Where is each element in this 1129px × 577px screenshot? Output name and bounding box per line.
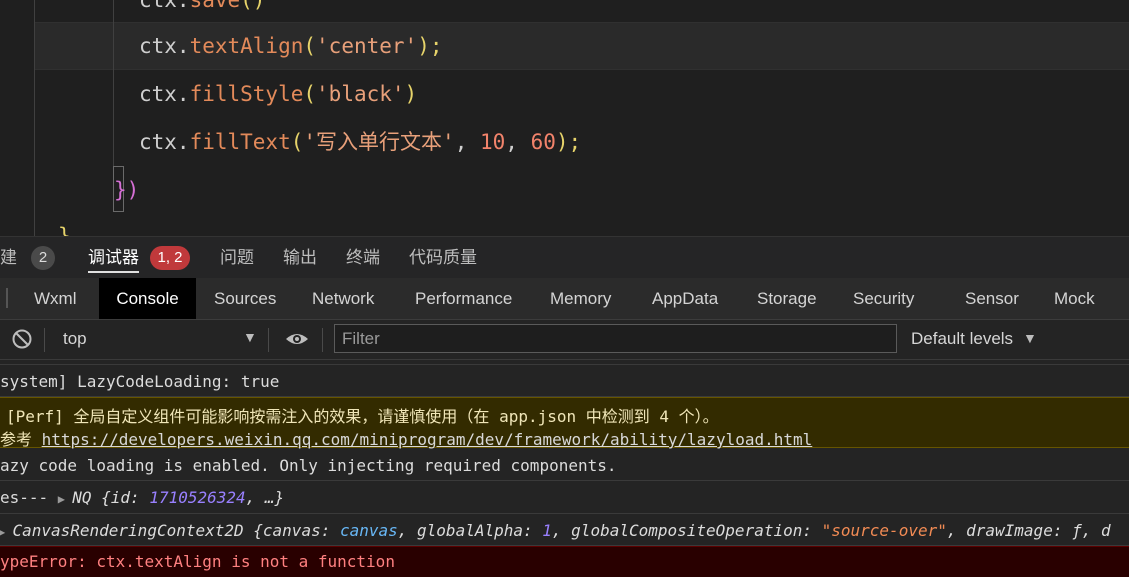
object-key: , globalCompositeOperation: bbox=[551, 521, 822, 540]
code-token: 'black' bbox=[316, 82, 405, 106]
code-token: ); bbox=[555, 130, 582, 154]
tab-performance[interactable]: Performance bbox=[415, 278, 512, 319]
expand-triangle-icon[interactable]: ▶ bbox=[58, 492, 72, 506]
code-token: ctx. bbox=[139, 34, 190, 58]
code-token: } bbox=[58, 224, 71, 236]
code-line: ctx.save() bbox=[139, 0, 265, 14]
code-line: ctx.textAlign('center'); bbox=[139, 32, 442, 60]
log-text-line: ▶ CanvasRenderingContext2D {canvas: canv… bbox=[0, 521, 1111, 540]
log-text: 参考 bbox=[0, 430, 42, 449]
log-text-line: 参考 https://developers.weixin.qq.com/mini… bbox=[0, 426, 812, 450]
code-token: } bbox=[114, 178, 127, 202]
tab-code-quality[interactable]: 代码质量 bbox=[409, 237, 477, 279]
toolbar-divider bbox=[44, 328, 45, 352]
tabbar-separator bbox=[6, 288, 8, 308]
code-token: save bbox=[189, 0, 241, 12]
code-token: ) bbox=[404, 82, 418, 106]
log-row[interactable]: azy code loading is enabled. Only inject… bbox=[0, 449, 1129, 481]
code-token: ( bbox=[303, 34, 317, 58]
expand-triangle-icon[interactable]: ▶ bbox=[0, 525, 12, 539]
tab-security[interactable]: Security bbox=[853, 278, 914, 319]
code-token: , bbox=[454, 130, 480, 154]
error-row[interactable]: ypeError: ctx.textAlign is not a functio… bbox=[0, 546, 1129, 577]
code-token: , bbox=[505, 130, 531, 154]
code-token: ); bbox=[417, 34, 443, 58]
indent-guide bbox=[34, 0, 35, 236]
code-token: '写入单行文本' bbox=[303, 130, 455, 154]
tab-storage[interactable]: Storage bbox=[757, 278, 817, 319]
log-row[interactable]: ▶ CanvasRenderingContext2D {canvas: canv… bbox=[0, 514, 1129, 546]
tab-network[interactable]: Network bbox=[312, 278, 374, 319]
indent-guide bbox=[113, 0, 114, 166]
context-dropdown-icon[interactable]: ▼ bbox=[243, 329, 257, 345]
code-editor[interactable]: ctx.save() ctx.textAlign('center'); ctx.… bbox=[0, 0, 1129, 236]
eye-icon[interactable] bbox=[284, 329, 310, 354]
object-preview-end: , drawImage: ƒ, d bbox=[946, 521, 1111, 540]
code-token: textAlign bbox=[189, 34, 304, 58]
object-preview[interactable]: NQ {id: bbox=[72, 488, 149, 507]
tab-memory[interactable]: Memory bbox=[550, 278, 611, 319]
code-token: () bbox=[240, 0, 266, 12]
log-levels-dropdown[interactable]: Default levels bbox=[911, 329, 1013, 349]
chevron-down-icon[interactable]: ▼ bbox=[1023, 330, 1037, 346]
object-value: "source-over" bbox=[821, 521, 947, 540]
context-selector[interactable]: top bbox=[63, 329, 87, 349]
object-value: 1710526324 bbox=[149, 488, 246, 507]
devtools-tabbar: Wxml Console Sources Network Performance… bbox=[0, 278, 1129, 320]
tab-terminal[interactable]: 终端 bbox=[346, 237, 380, 279]
tab-problems[interactable]: 问题 bbox=[220, 237, 254, 279]
log-text: system] LazyCodeLoading: true bbox=[0, 372, 280, 391]
code-line: ctx.fillStyle('black') bbox=[139, 80, 417, 108]
object-key: , globalAlpha: bbox=[397, 521, 543, 540]
tab-console[interactable]: Console bbox=[99, 278, 196, 319]
docs-link[interactable]: https://developers.weixin.qq.com/minipro… bbox=[42, 430, 813, 449]
code-line: }) bbox=[114, 176, 139, 204]
log-row[interactable]: es--- ▶ NQ {id: 1710526324, …} bbox=[0, 481, 1129, 514]
warning-row[interactable]: [Perf] 全局自定义组件可能影响按需注入的效果，请谨慎使用（在 app.js… bbox=[0, 397, 1129, 450]
panel-tabbar: 建 2 调试器 1, 2 问题 输出 终端 代码质量 bbox=[0, 236, 1129, 279]
filter-input[interactable] bbox=[334, 324, 897, 353]
tab-sources[interactable]: Sources bbox=[214, 278, 276, 319]
code-token: ctx. bbox=[139, 130, 190, 154]
debugger-error-badge: 1, 2 bbox=[150, 246, 190, 270]
code-token: ctx. bbox=[139, 82, 190, 106]
log-row[interactable]: system] LazyCodeLoading: true bbox=[0, 365, 1129, 397]
code-token: 60 bbox=[530, 130, 556, 154]
tab-debugger[interactable]: 调试器 bbox=[88, 237, 139, 279]
tab-mock[interactable]: Mock bbox=[1054, 278, 1095, 319]
code-token: ( bbox=[290, 130, 304, 154]
code-line: } bbox=[58, 222, 71, 236]
clear-console-icon[interactable] bbox=[11, 328, 33, 355]
tab-build-count-badge: 2 bbox=[31, 246, 55, 270]
object-preview-end: , …} bbox=[245, 488, 285, 507]
code-token: fillStyle bbox=[189, 82, 304, 106]
log-text: [Perf] 全局自定义组件可能影响按需注入的效果，请谨慎使用（在 app.js… bbox=[6, 407, 719, 426]
log-text-line: es--- ▶ NQ {id: 1710526324, …} bbox=[0, 488, 284, 507]
object-value: 1 bbox=[542, 521, 552, 540]
tab-sensor[interactable]: Sensor bbox=[965, 278, 1019, 319]
tab-appdata[interactable]: AppData bbox=[652, 278, 718, 319]
tab-wxml[interactable]: Wxml bbox=[34, 278, 76, 319]
error-text: ypeError: ctx.textAlign is not a functio… bbox=[0, 552, 395, 571]
log-text: es--- bbox=[0, 488, 58, 507]
code-token: 'center' bbox=[316, 34, 418, 58]
object-value: canvas bbox=[339, 521, 398, 540]
code-token: 10 bbox=[479, 130, 506, 154]
code-token: fillText bbox=[189, 130, 291, 154]
tab-output[interactable]: 输出 bbox=[283, 237, 317, 279]
object-preview[interactable]: CanvasRenderingContext2D {canvas: bbox=[12, 521, 340, 540]
toolbar-divider bbox=[268, 328, 269, 352]
code-line: ctx.fillText('写入单行文本', 10, 60); bbox=[139, 128, 581, 156]
code-token: ) bbox=[126, 178, 140, 202]
log-text: azy code loading is enabled. Only inject… bbox=[0, 456, 617, 475]
console-toolbar: top ▼ Default levels ▼ bbox=[0, 320, 1129, 360]
tab-build[interactable]: 建 bbox=[0, 237, 17, 279]
code-token: ( bbox=[303, 82, 317, 106]
toolbar-divider bbox=[322, 328, 323, 352]
code-token: ctx. bbox=[139, 0, 190, 12]
console-log: system] LazyCodeLoading: true [Perf] 全局自… bbox=[0, 360, 1129, 577]
